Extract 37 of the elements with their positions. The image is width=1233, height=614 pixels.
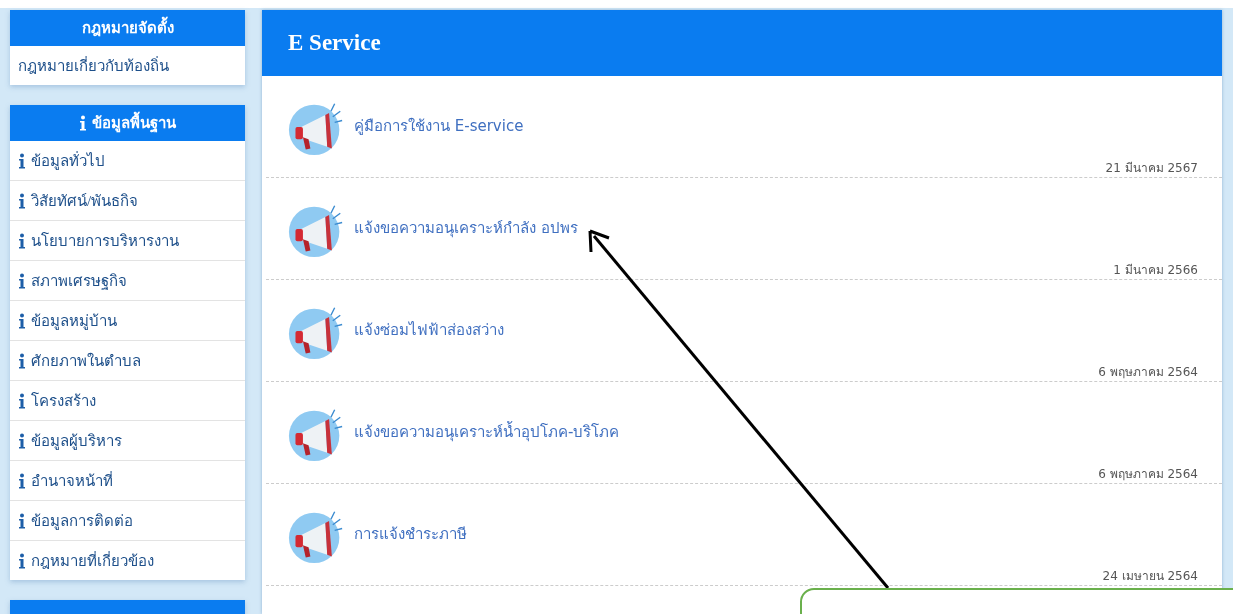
- section-title: กฎหมายจัดตั้ง: [81, 16, 174, 40]
- info-icon: [18, 352, 26, 369]
- info-icon: [18, 512, 26, 529]
- post-date: 6 พฤษภาคม 2564: [1098, 364, 1198, 381]
- service-link[interactable]: แจ้งซ่อมไฟฟ้าส่องสว่าง: [354, 318, 1198, 342]
- info-icon: [18, 232, 26, 249]
- service-link[interactable]: คู่มือการใช้งาน E-service: [354, 114, 1198, 138]
- post-date: 24 เมษายน 2564: [1102, 568, 1198, 585]
- info-icon: [79, 115, 87, 131]
- info-icon: [18, 312, 26, 329]
- sidebar-link[interactable]: ศักยภาพในตำบล: [10, 340, 245, 380]
- panel-title: E Service: [288, 30, 381, 56]
- sidebar-link[interactable]: กฎหมายเกี่ยวกับท้องถิ่น: [10, 46, 245, 85]
- sidebar-link[interactable]: ข้อมูลผู้บริหาร: [10, 420, 245, 460]
- info-icon: [18, 152, 26, 169]
- sidebar-link[interactable]: ข้อมูลการติดต่อ: [10, 500, 245, 540]
- service-link[interactable]: แจ้งขอความอนุเคราะห์น้ำอุปโภค-บริโภค: [354, 420, 1198, 444]
- info-icon: [18, 192, 26, 209]
- info-icon: [18, 272, 26, 289]
- sidebar-link[interactable]: นโยบายการบริหารงาน: [10, 220, 245, 260]
- sidebar-link[interactable]: วิสัยทัศน์/พันธกิจ: [10, 180, 245, 220]
- post-date: 21 มีนาคม 2567: [1105, 160, 1198, 177]
- sidebar-link[interactable]: ข้อมูลทั่วไป: [10, 141, 245, 180]
- sidebar-link[interactable]: ข้อมูลหมู่บ้าน: [10, 300, 245, 340]
- info-icon: [18, 392, 26, 409]
- info-icon: [18, 472, 26, 489]
- service-link[interactable]: การแจ้งชำระภาษี: [354, 522, 1198, 546]
- post-date: 1 มีนาคม 2566: [1113, 262, 1198, 279]
- sidebar-link[interactable]: อำนาจหน้าที่: [10, 460, 245, 500]
- sidebar-link[interactable]: สภาพเศรษฐกิจ: [10, 260, 245, 300]
- info-icon: [18, 552, 26, 569]
- post-date: 6 พฤษภาคม 2564: [1098, 466, 1198, 483]
- info-icon: [18, 432, 26, 449]
- sidebar-link[interactable]: กฎหมายที่เกี่ยวข้อง: [10, 540, 245, 580]
- service-link[interactable]: แจ้งขอความอนุเคราะห์กำลัง อปพร: [354, 216, 1198, 240]
- sidebar-link[interactable]: โครงสร้าง: [10, 380, 245, 420]
- section-title: ข้อมูลพื้นฐาน: [92, 111, 176, 135]
